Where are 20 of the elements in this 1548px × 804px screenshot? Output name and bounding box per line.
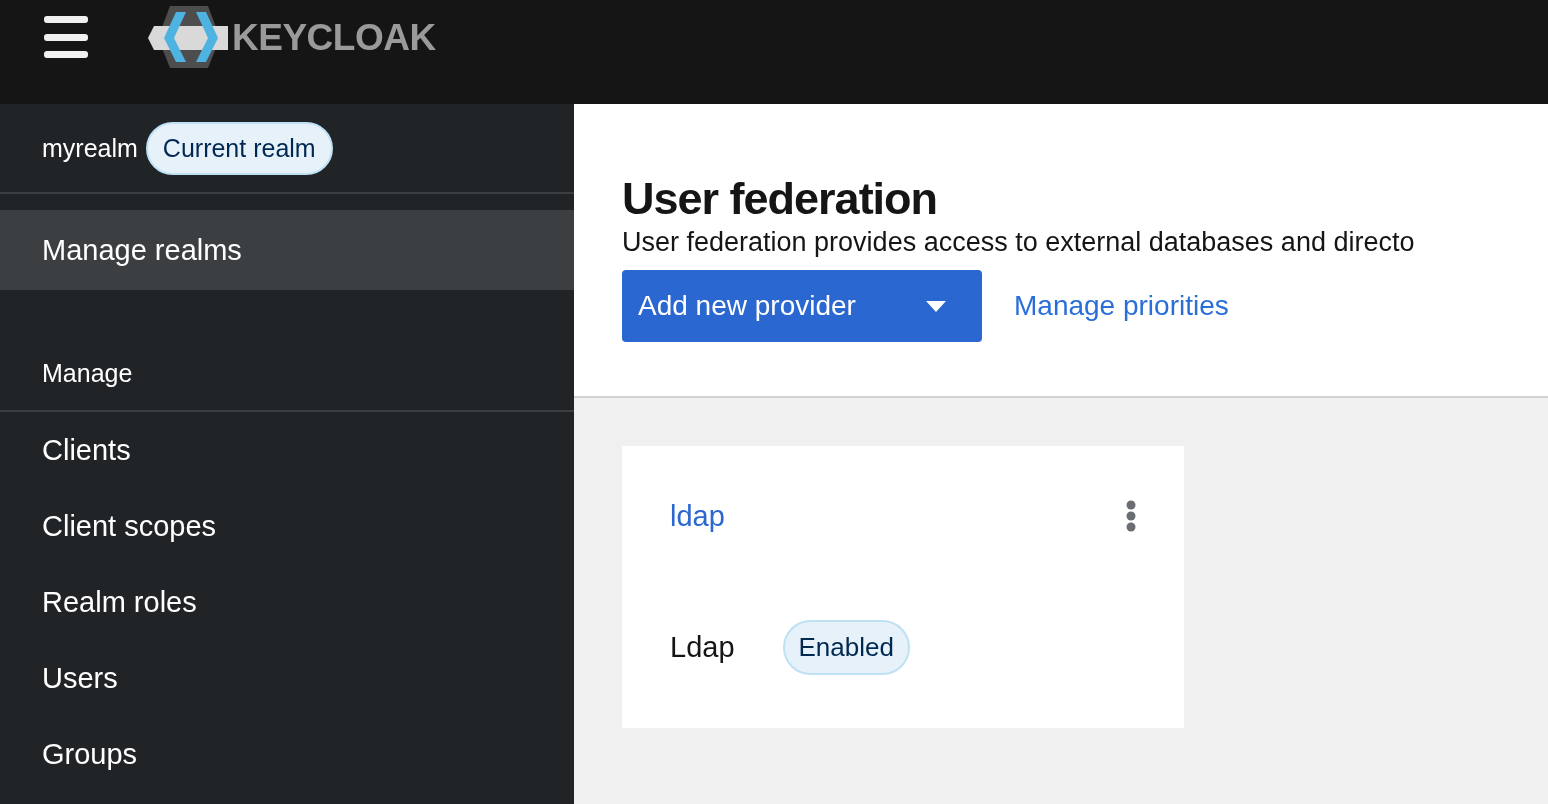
page-description: User federation provides access to external databases and directo: [622, 226, 1416, 259]
current-realm-badge: Current realm: [145, 121, 333, 175]
menu-button[interactable]: [44, 16, 88, 58]
page-title: User federation: [622, 172, 939, 226]
status-label: Enabled: [782, 620, 910, 675]
add-provider-button[interactable]: Add new provider: [622, 270, 982, 343]
section-heading: Manage: [42, 359, 133, 388]
logo-icon: [148, 6, 228, 70]
logo-text: KEYCLOAK: [232, 17, 436, 59]
nav-item[interactable]: Users: [0, 640, 574, 716]
nav-item[interactable]: Manage realms: [0, 210, 574, 290]
nav-item[interactable]: Groups: [0, 716, 574, 792]
nav-item[interactable]: Realm roles: [0, 564, 574, 640]
nav-item[interactable]: Client scopes: [0, 488, 574, 564]
caret-icon: [926, 300, 946, 312]
realm-name: myrealm: [42, 133, 138, 163]
nav-item[interactable]: Clients: [0, 412, 574, 488]
provider-type: Ldap: [670, 631, 735, 664]
manage-priorities-link[interactable]: Manage priorities: [1014, 290, 1229, 323]
provider-link[interactable]: ldap: [670, 499, 725, 533]
